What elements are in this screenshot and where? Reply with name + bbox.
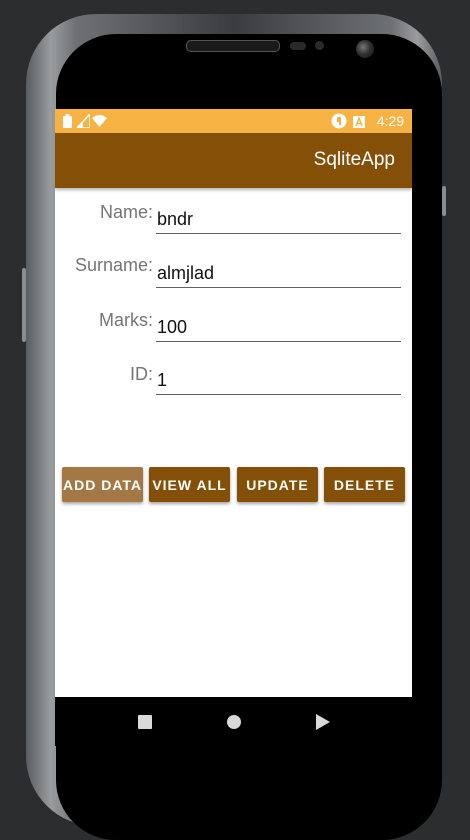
app-bar: SqliteApp bbox=[55, 133, 412, 188]
surname-label: Surname: bbox=[74, 255, 153, 275]
marks-label: Marks: bbox=[99, 310, 153, 330]
back-icon[interactable] bbox=[316, 714, 330, 735]
status-bar: 4:29 bbox=[55, 109, 412, 133]
update-button[interactable]: UPDATE bbox=[237, 467, 318, 502]
app-screen: 4:29 SqliteApp Name: bndr Surname: almjl… bbox=[55, 109, 412, 746]
add-data-button[interactable]: ADD DATA bbox=[62, 467, 143, 502]
delete-button[interactable]: DELETE bbox=[324, 467, 405, 502]
front-camera bbox=[356, 40, 374, 58]
surname-input[interactable]: almjlad bbox=[156, 261, 401, 288]
storage-icon bbox=[353, 115, 365, 133]
recent-apps-icon[interactable] bbox=[138, 715, 152, 734]
id-label: ID: bbox=[129, 364, 153, 384]
volume-button bbox=[22, 268, 26, 342]
signal-icon bbox=[75, 112, 91, 133]
navigation-bar bbox=[55, 697, 412, 746]
light-sensor bbox=[315, 41, 324, 50]
marks-input[interactable]: 100 bbox=[156, 315, 401, 342]
battery-icon bbox=[63, 114, 72, 133]
notification-icon bbox=[331, 113, 347, 134]
view-all-button[interactable]: VIEW ALL bbox=[149, 467, 230, 502]
wifi-icon bbox=[92, 114, 107, 132]
name-input[interactable]: bndr bbox=[156, 207, 401, 234]
id-input[interactable]: 1 bbox=[156, 368, 401, 395]
power-button bbox=[442, 186, 446, 216]
home-icon[interactable] bbox=[227, 715, 241, 734]
status-time: 4:29 bbox=[376, 113, 404, 129]
proximity-sensor bbox=[290, 42, 306, 50]
app-title: SqliteApp bbox=[313, 149, 395, 170]
speaker-grille bbox=[186, 40, 280, 52]
name-label: Name: bbox=[99, 202, 153, 222]
